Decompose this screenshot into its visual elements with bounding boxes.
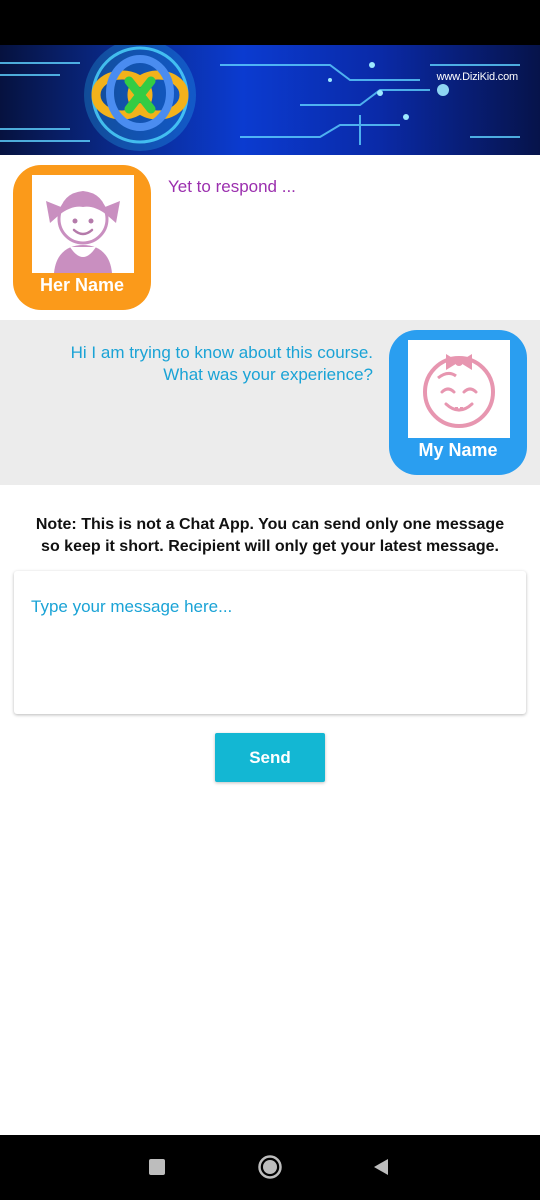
banner-graphic <box>0 45 520 151</box>
sender-avatar <box>408 340 510 438</box>
usage-note-line-2: so keep it short. Recipient will only ge… <box>41 538 499 555</box>
recipient-name: Her Name <box>39 275 125 295</box>
sender-message: Hi I am trying to know about this course… <box>13 342 373 386</box>
sender-name: My Name <box>418 440 498 460</box>
app-banner: www.DiziKid.com <box>0 45 540 155</box>
recipient-status: Yet to respond ... <box>168 177 296 196</box>
recipient-avatar-card[interactable]: Her Name <box>13 165 151 310</box>
recipient-avatar <box>32 175 134 273</box>
sender-message-line-1: Hi I am trying to know about this course… <box>70 343 373 362</box>
message-input-container <box>14 571 526 714</box>
recipient-row: Her Name Yet to respond ... <box>0 155 540 320</box>
sender-row: Hi I am trying to know about this course… <box>0 320 540 485</box>
send-button[interactable]: Send <box>215 733 325 782</box>
home-icon[interactable] <box>257 1154 283 1180</box>
usage-note: Note: This is not a Chat App. You can se… <box>8 514 532 558</box>
message-input[interactable] <box>14 571 526 714</box>
sender-avatar-card[interactable]: My Name <box>389 330 527 475</box>
status-bar <box>0 0 540 45</box>
sender-message-line-2: What was your experience? <box>163 365 373 384</box>
usage-note-line-1: Note: This is not a Chat App. You can se… <box>35 516 505 533</box>
recent-apps-icon[interactable] <box>145 1155 169 1179</box>
dizikid-logo <box>84 45 196 151</box>
banner-url-text: www.DiziKid.com <box>436 71 519 83</box>
girl-avatar-icon <box>46 191 120 273</box>
back-icon[interactable] <box>369 1155 393 1179</box>
system-nav-bar <box>0 1135 540 1200</box>
baby-avatar-icon <box>423 354 495 428</box>
